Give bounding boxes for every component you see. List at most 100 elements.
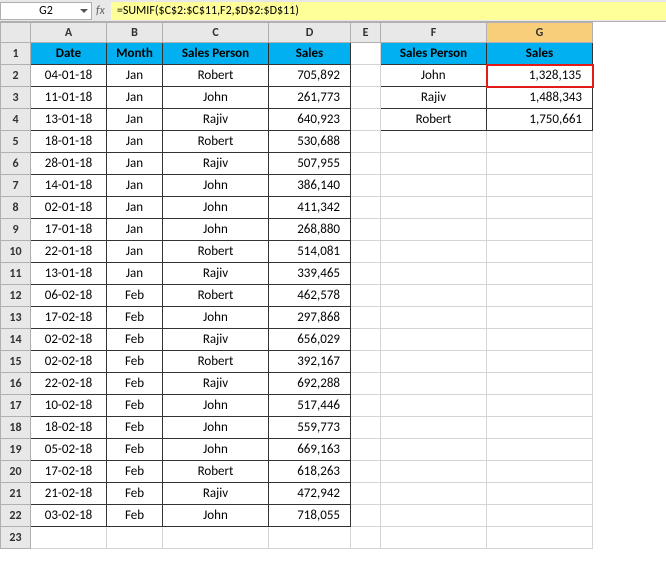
cell[interactable]: 692,288 xyxy=(269,373,351,395)
cell[interactable]: 21-02-18 xyxy=(31,483,107,505)
cell[interactable]: 13-01-18 xyxy=(31,263,107,285)
cell[interactable]: 22-01-18 xyxy=(31,241,107,263)
row-header[interactable]: 6 xyxy=(1,153,31,175)
row-header[interactable]: 2 xyxy=(1,65,31,87)
cell[interactable]: Feb xyxy=(107,351,163,373)
cell[interactable] xyxy=(487,307,593,329)
cell[interactable] xyxy=(487,483,593,505)
cell[interactable] xyxy=(351,329,381,351)
cell[interactable] xyxy=(351,439,381,461)
cell[interactable]: 640,923 xyxy=(269,109,351,131)
cell[interactable] xyxy=(487,131,593,153)
cell[interactable]: 02-01-18 xyxy=(31,197,107,219)
cell[interactable] xyxy=(487,461,593,483)
cell[interactable] xyxy=(163,527,269,549)
cell[interactable]: Robert xyxy=(381,109,487,131)
cell[interactable]: John xyxy=(163,505,269,527)
cell[interactable] xyxy=(487,263,593,285)
spreadsheet-grid[interactable]: A B C D E F G 1 Date Month Sales Person … xyxy=(0,22,594,549)
cell[interactable]: 17-01-18 xyxy=(31,219,107,241)
cell[interactable]: 386,140 xyxy=(269,175,351,197)
cell[interactable]: Feb xyxy=(107,329,163,351)
row-header[interactable]: 19 xyxy=(1,439,31,461)
cell[interactable] xyxy=(487,505,593,527)
cell[interactable] xyxy=(351,65,381,87)
cell[interactable]: Feb xyxy=(107,417,163,439)
cell[interactable]: Robert xyxy=(163,461,269,483)
row-header[interactable]: 15 xyxy=(1,351,31,373)
row-header[interactable]: 5 xyxy=(1,131,31,153)
cell[interactable]: Rajiv xyxy=(163,153,269,175)
cell[interactable]: 392,167 xyxy=(269,351,351,373)
row-header[interactable]: 17 xyxy=(1,395,31,417)
cell[interactable]: John xyxy=(163,307,269,329)
cell[interactable] xyxy=(381,219,487,241)
row-header[interactable]: 13 xyxy=(1,307,31,329)
cell[interactable] xyxy=(381,153,487,175)
cell[interactable] xyxy=(381,373,487,395)
cell[interactable]: Feb xyxy=(107,461,163,483)
row-header[interactable]: 21 xyxy=(1,483,31,505)
cell[interactable] xyxy=(381,351,487,373)
cell[interactable]: 530,688 xyxy=(269,131,351,153)
cell[interactable] xyxy=(487,395,593,417)
cell[interactable]: Feb xyxy=(107,505,163,527)
cell[interactable]: 18-02-18 xyxy=(31,417,107,439)
col-header-D[interactable]: D xyxy=(269,23,351,43)
row-header[interactable]: 10 xyxy=(1,241,31,263)
cell[interactable]: 04-01-18 xyxy=(31,65,107,87)
cell[interactable]: 05-02-18 xyxy=(31,439,107,461)
name-box-dropdown-icon[interactable] xyxy=(80,9,88,13)
cell[interactable]: Jan xyxy=(107,241,163,263)
cell[interactable]: Robert xyxy=(163,285,269,307)
cell[interactable]: 472,942 xyxy=(269,483,351,505)
cell[interactable] xyxy=(381,483,487,505)
cell[interactable]: 339,465 xyxy=(269,263,351,285)
row-header[interactable]: 23 xyxy=(1,527,31,549)
cell[interactable] xyxy=(487,351,593,373)
cell[interactable] xyxy=(269,527,351,549)
cell[interactable] xyxy=(351,175,381,197)
cell[interactable] xyxy=(351,483,381,505)
cell[interactable] xyxy=(351,527,381,549)
cell[interactable]: Feb xyxy=(107,483,163,505)
cell[interactable]: 618,263 xyxy=(269,461,351,483)
cell[interactable]: John xyxy=(163,417,269,439)
cell[interactable] xyxy=(31,527,107,549)
cell[interactable] xyxy=(381,395,487,417)
cell[interactable]: Rajiv xyxy=(163,109,269,131)
row-header[interactable]: 14 xyxy=(1,329,31,351)
cell[interactable] xyxy=(351,351,381,373)
cell[interactable]: 02-02-18 xyxy=(31,329,107,351)
cell[interactable] xyxy=(351,109,381,131)
cell[interactable] xyxy=(351,461,381,483)
cell[interactable]: 14-01-18 xyxy=(31,175,107,197)
cell[interactable]: Rajiv xyxy=(163,263,269,285)
cell[interactable] xyxy=(381,329,487,351)
cell[interactable] xyxy=(487,219,593,241)
cell[interactable] xyxy=(351,307,381,329)
cell[interactable]: Jan xyxy=(107,109,163,131)
cell[interactable]: Jan xyxy=(107,263,163,285)
cell[interactable]: 17-02-18 xyxy=(31,307,107,329)
cell[interactable]: Robert xyxy=(163,351,269,373)
cell[interactable]: 02-02-18 xyxy=(31,351,107,373)
col-header-G[interactable]: G xyxy=(487,23,593,43)
cell[interactable] xyxy=(487,153,593,175)
cell[interactable] xyxy=(381,285,487,307)
cell[interactable]: Feb xyxy=(107,373,163,395)
col-header-C[interactable]: C xyxy=(163,23,269,43)
cell[interactable]: Rajiv xyxy=(381,87,487,109)
cell[interactable] xyxy=(381,461,487,483)
cell[interactable] xyxy=(351,417,381,439)
cell[interactable] xyxy=(487,285,593,307)
cell[interactable] xyxy=(351,241,381,263)
cell[interactable]: Jan xyxy=(107,175,163,197)
cell[interactable]: Jan xyxy=(107,131,163,153)
cell[interactable]: John xyxy=(163,197,269,219)
cell[interactable]: Jan xyxy=(107,87,163,109)
cell[interactable]: 18-01-18 xyxy=(31,131,107,153)
cell[interactable]: 656,029 xyxy=(269,329,351,351)
col-header-F[interactable]: F xyxy=(381,23,487,43)
cell[interactable]: 411,342 xyxy=(269,197,351,219)
